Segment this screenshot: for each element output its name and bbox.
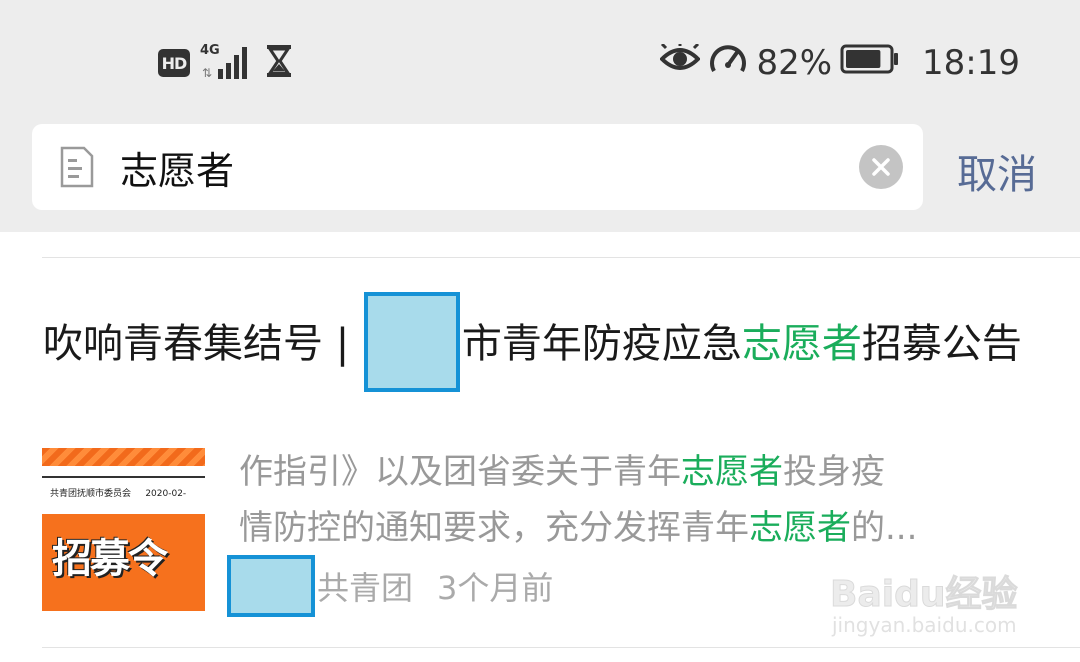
thumbnail-stripe (42, 448, 205, 466)
snippet-keyword-highlight: 志愿者 (681, 452, 783, 492)
snippet-text: 情防控的通知要求，充分发挥青年 (239, 508, 749, 548)
close-icon (872, 158, 890, 176)
snippet-text: 作指引》以及团省委关于青年 (239, 452, 681, 492)
status-bar: HD 4G ⇅ 82% 18:19 (0, 0, 1080, 120)
eye-comfort-icon (659, 41, 702, 83)
search-input[interactable] (120, 124, 820, 210)
status-right-icons: 82% 18:19 (659, 40, 1020, 86)
thumbnail-date: 2020-02- (145, 489, 187, 499)
redacted-block (363, 292, 460, 392)
thumbnail-headline: 招募令 (52, 536, 168, 582)
title-part: 市青年防疫应急 (461, 321, 742, 367)
speedometer-icon (708, 41, 748, 86)
watermark: Baidu经验 jingyan.baidu.com (829, 565, 1040, 645)
result-thumbnail[interactable]: 共青团抚顺市委员会 2020-02- 招募令 (42, 448, 205, 611)
signal-icon: 4G ⇅ (200, 41, 256, 85)
watermark-url: jingyan.baidu.com (832, 613, 1017, 637)
network-type-label: 4G (200, 43, 220, 58)
svg-text:⇅: ⇅ (202, 66, 212, 80)
result-source: 共青团 (317, 569, 414, 607)
title-part: 吹响青春集结号 | (43, 321, 362, 367)
thumbnail-rule (42, 466, 205, 478)
battery-percent: 82% (756, 43, 833, 83)
title-keyword-highlight: 志愿者 (741, 321, 862, 367)
hd-icon: HD (158, 49, 190, 77)
thumbnail-caption: 共青团抚顺市委员会 2020-02- (50, 486, 186, 499)
result-meta: 共青团 3个月前 (227, 554, 553, 618)
clear-search-button[interactable] (859, 145, 903, 189)
snippet-keyword-highlight: 志愿者 (749, 508, 851, 548)
snippet-line: 情防控的通知要求，充分发挥青年志愿者的... (239, 500, 1039, 556)
document-icon (60, 146, 94, 192)
search-box[interactable] (32, 124, 923, 210)
title-part: 招募公告 (861, 321, 1022, 367)
redacted-block (227, 555, 315, 617)
result-snippet: 作指引》以及团省委关于青年志愿者投身疫 情防控的通知要求，充分发挥青年志愿者的.… (239, 444, 1039, 556)
hourglass-icon (266, 44, 292, 82)
result-title[interactable]: 吹响青春集结号 | 市青年防疫应急志愿者招募公告 (43, 292, 1023, 396)
snippet-line: 作指引》以及团省委关于青年志愿者投身疫 (239, 444, 1039, 500)
snippet-text: 投身疫 (783, 452, 885, 492)
battery-icon (840, 43, 900, 83)
clock: 18:19 (922, 43, 1020, 83)
status-left-icons: HD 4G ⇅ (158, 40, 292, 86)
snippet-text: 的... (851, 508, 918, 548)
cancel-button[interactable]: 取消 (957, 142, 1037, 200)
thumbnail-org: 共青团抚顺市委员会 (50, 489, 132, 499)
result-time: 3个月前 (437, 569, 554, 607)
search-header: 取消 (0, 120, 1080, 232)
watermark-brand: Baidu经验 (829, 574, 1018, 616)
divider (42, 647, 1080, 648)
